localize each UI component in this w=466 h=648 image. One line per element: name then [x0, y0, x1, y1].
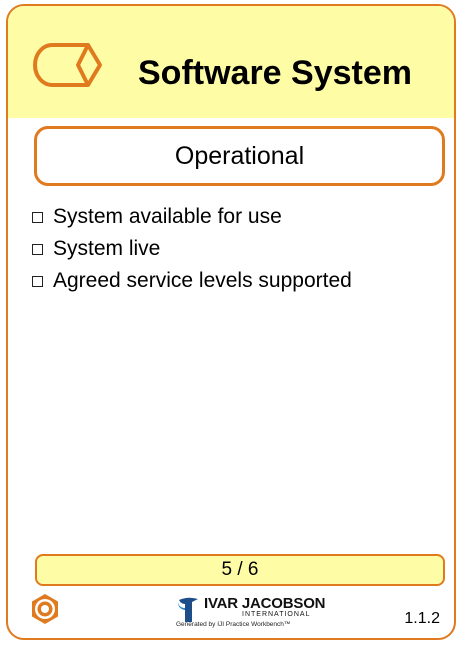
- state-box: Operational: [34, 126, 445, 186]
- checklist-item[interactable]: Agreed service levels supported: [32, 265, 352, 297]
- ivar-jacobson-logo-icon: [178, 597, 198, 622]
- state-progress-label: 5 / 6: [221, 559, 259, 580]
- card-title: Software System: [138, 54, 412, 92]
- version-label: 1.1.2: [404, 610, 440, 627]
- alpha-icon: [33, 43, 102, 87]
- gear-icon: [32, 594, 58, 624]
- logo-subtitle: INTERNATIONAL: [242, 611, 311, 618]
- checkbox[interactable]: [32, 275, 43, 287]
- generated-by-text: Generated by IJI Practice Workbench™: [176, 621, 291, 628]
- checklist-item-label: System live: [53, 237, 161, 260]
- state-progress-bar: 5 / 6: [35, 554, 445, 586]
- checklist-item-label: Agreed service levels supported: [53, 269, 352, 292]
- alpha-state-card: Software System Operational System avail…: [6, 4, 456, 640]
- checkbox[interactable]: [32, 243, 43, 255]
- checklist-item-label: System available for use: [53, 205, 282, 228]
- checklist: System available for use System live Agr…: [32, 201, 352, 297]
- ivar-jacobson-logo: IVAR JACOBSON INTERNATIONAL Generated by…: [176, 594, 326, 630]
- checkbox[interactable]: [32, 211, 43, 223]
- checklist-item[interactable]: System available for use: [32, 201, 352, 233]
- checklist-item[interactable]: System live: [32, 233, 352, 265]
- logo-name: IVAR JACOBSON: [204, 595, 326, 612]
- state-name: Operational: [174, 141, 305, 170]
- card-header: Software System: [8, 6, 454, 118]
